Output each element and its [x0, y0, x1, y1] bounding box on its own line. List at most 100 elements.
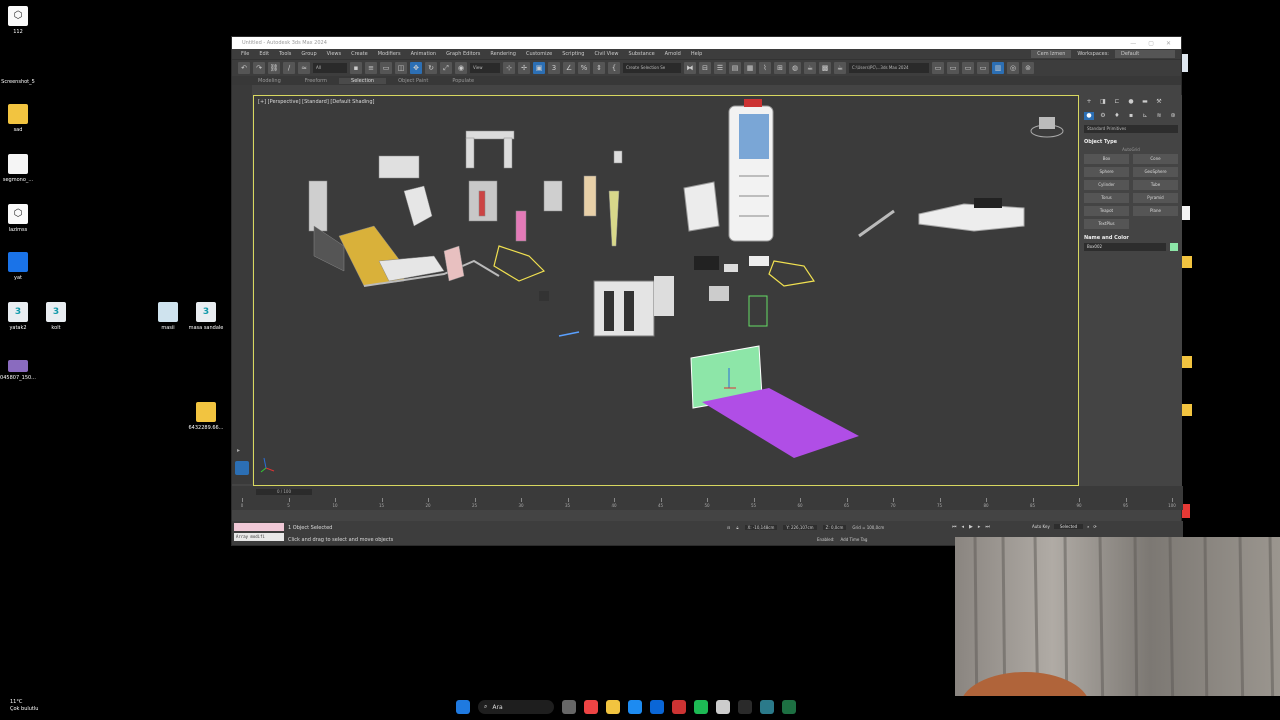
3dsmax-icon[interactable] — [760, 700, 774, 714]
steam-icon[interactable] — [738, 700, 752, 714]
add-time-tag[interactable]: Add Time Tag — [841, 537, 868, 542]
select-by-name-icon[interactable]: ≡ — [365, 62, 377, 74]
menu-tools[interactable]: Tools — [274, 51, 296, 57]
enabled-label[interactable]: Enabled: — [817, 537, 835, 542]
utilities-tab-icon[interactable]: ⚒ — [1154, 98, 1164, 106]
weather-widget[interactable]: 11°C Çok bulutlu — [10, 699, 38, 713]
start-icon[interactable] — [456, 700, 470, 714]
selection-filter-dropdown[interactable]: All — [313, 63, 347, 73]
maxscript-mini-listener[interactable]: Array modifi — [234, 533, 284, 541]
render-setup-icon[interactable]: ☕ — [804, 62, 816, 74]
display-tab-icon[interactable]: ▬ — [1140, 98, 1150, 106]
cameras-icon[interactable]: ▪ — [1126, 112, 1136, 120]
menu-create[interactable]: Create — [346, 51, 373, 57]
menu-customize[interactable]: Customize — [521, 51, 557, 57]
lights-icon[interactable]: ♦ — [1112, 112, 1122, 120]
menu-animation[interactable]: Animation — [406, 51, 442, 57]
percent-snap-icon[interactable]: % — [578, 62, 590, 74]
desktop-icon-masa-sandale[interactable]: 3 masa sandale — [184, 302, 228, 331]
menu-help[interactable]: Help — [686, 51, 707, 57]
arnold-render-icon[interactable]: ⊚ — [1022, 62, 1034, 74]
menu-group[interactable]: Group — [296, 51, 321, 57]
tab-modeling[interactable]: Modeling — [246, 78, 293, 84]
desktop-icon-segmono[interactable]: segmono_... — [0, 154, 40, 183]
spacewarps-icon[interactable]: ≋ — [1154, 112, 1164, 120]
systems-icon[interactable]: ⊛ — [1168, 112, 1178, 120]
maximize-icon[interactable]: ▢ — [1148, 40, 1154, 47]
menu-modifiers[interactable]: Modifiers — [373, 51, 406, 57]
track-bar[interactable]: 0 5 10 15 20 25 30 35 40 45 50 55 60 65 70 75 80 85 90 95 10… — [241, 498, 1176, 510]
redo-icon[interactable]: ↷ — [253, 62, 265, 74]
orbit-icon[interactable]: ⟳ — [1093, 524, 1096, 529]
pivot-center-icon[interactable]: ⊹ — [503, 62, 515, 74]
material-editor-icon[interactable]: ◍ — [789, 62, 801, 74]
search-box[interactable]: ⌕ Ara — [478, 700, 554, 714]
play-icon[interactable]: ▶ — [969, 524, 973, 530]
align-icon[interactable]: ⊟ — [699, 62, 711, 74]
render-production-icon[interactable]: ☕ — [834, 62, 846, 74]
scene-converter-icon[interactable]: ▭ — [962, 62, 974, 74]
menu-rendering[interactable]: Rendering — [485, 51, 521, 57]
desktop-icon-lazimss[interactable]: ⬡ lazimss — [0, 204, 40, 233]
tab-selection[interactable]: Selection — [339, 77, 387, 84]
file-explorer-icon[interactable] — [606, 700, 620, 714]
tab-populate[interactable]: Populate — [440, 78, 486, 84]
link-icon[interactable]: ⛓ — [268, 62, 280, 74]
maxscript-listener-field[interactable] — [234, 523, 284, 531]
motion-tab-icon[interactable]: ● — [1126, 98, 1136, 106]
create-tab-icon[interactable]: + — [1084, 98, 1094, 106]
primitive-type-dropdown[interactable]: Standard Primitives — [1084, 125, 1178, 133]
excel-icon[interactable] — [782, 700, 796, 714]
menu-views[interactable]: Views — [322, 51, 346, 57]
object-name-field[interactable]: Box002 — [1084, 243, 1166, 251]
window-crossing-icon[interactable]: ◫ — [395, 62, 407, 74]
named-selection-dropdown[interactable]: Create Selection Se — [623, 63, 681, 73]
opera-icon[interactable] — [672, 700, 686, 714]
rectangular-selection-icon[interactable]: ▭ — [380, 62, 392, 74]
cylinder-button[interactable]: Cylinder — [1084, 180, 1129, 190]
expand-icon[interactable]: ▸ — [237, 447, 240, 454]
reference-coord-dropdown[interactable]: View — [470, 63, 500, 73]
tab-object-paint[interactable]: Object Paint — [386, 78, 440, 84]
desktop-icon-045807[interactable]: 045807_150... — [0, 360, 40, 381]
y-coordinate-field[interactable]: Y: 226,107cm — [783, 525, 817, 530]
cone-button[interactable]: Cone — [1133, 154, 1178, 164]
menu-substance[interactable]: Substance — [624, 51, 660, 57]
object-color-swatch[interactable] — [1170, 243, 1178, 251]
unlink-icon[interactable]: ∕ — [283, 62, 295, 74]
menu-graph-editors[interactable]: Graph Editors — [441, 51, 485, 57]
select-and-scale-icon[interactable]: ⤢ — [440, 62, 452, 74]
keyboard-shortcut-override-icon[interactable]: ▣ — [533, 62, 545, 74]
plane-button[interactable]: Plane — [1133, 206, 1178, 216]
select-manipulate-icon[interactable]: ✢ — [518, 62, 530, 74]
hierarchy-tab-icon[interactable]: ⊏ — [1112, 98, 1122, 106]
desktop-icon-112[interactable]: ⬡ 112 — [0, 6, 40, 35]
tab-freeform[interactable]: Freeform — [293, 78, 339, 84]
box-button[interactable]: Box — [1084, 154, 1129, 164]
toggle-scene-explorer-icon[interactable]: ▤ — [729, 62, 741, 74]
geometry-icon[interactable]: ● — [1084, 112, 1094, 120]
isolate-icon[interactable]: ⊟ — [727, 525, 730, 530]
spinner-snap-icon[interactable]: ⇕ — [593, 62, 605, 74]
perspective-viewport[interactable]: [+] [Perspective] [Standard] [Default Sh… — [253, 95, 1079, 486]
task-view-icon[interactable] — [562, 700, 576, 714]
desktop-icon-screenshot[interactable]: Screenshot_5 — [0, 68, 40, 85]
schematic-view-icon[interactable]: ⊞ — [774, 62, 786, 74]
zoom-icon[interactable]: ⌕ — [1087, 524, 1089, 529]
sign-in-button[interactable]: Cem Izmen — [1031, 50, 1072, 58]
select-object-icon[interactable]: ▪ — [350, 62, 362, 74]
next-frame-icon[interactable]: ▸ — [978, 524, 981, 530]
previous-frame-icon[interactable]: ◂ — [962, 524, 965, 530]
mail-icon[interactable] — [650, 700, 664, 714]
undo-icon[interactable]: ↶ — [238, 62, 250, 74]
viewport-layout-icon[interactable] — [235, 461, 249, 475]
helpers-icon[interactable]: ⊾ — [1140, 112, 1150, 120]
chrome-icon[interactable] — [584, 700, 598, 714]
desktop-icon-kolt[interactable]: 3 kolt — [34, 302, 78, 331]
sphere-button[interactable]: Sphere — [1084, 167, 1129, 177]
menu-arnold[interactable]: Arnold — [660, 51, 686, 57]
placement-icon[interactable]: ◉ — [455, 62, 467, 74]
folder-icon[interactable]: ▭ — [977, 62, 989, 74]
select-and-move-icon[interactable]: ✥ — [410, 62, 422, 74]
go-to-end-icon[interactable]: ⏭ — [985, 524, 990, 530]
